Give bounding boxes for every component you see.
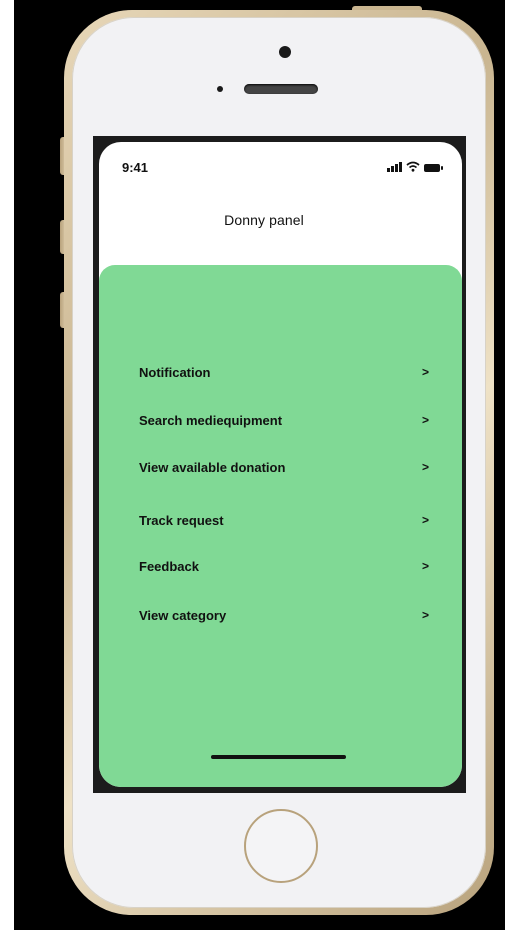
- signal-icon: [387, 162, 402, 172]
- home-indicator[interactable]: [211, 755, 346, 759]
- chevron-right-icon: >: [421, 608, 429, 622]
- menu-item-label: Track request: [139, 512, 224, 528]
- menu-item-label: View category: [139, 607, 227, 623]
- proximity-sensor: [217, 86, 223, 92]
- page-title: Donny panel: [224, 212, 304, 228]
- chevron-right-icon: >: [421, 513, 429, 527]
- status-time: 9:41: [122, 160, 149, 175]
- earpiece-speaker: [244, 84, 318, 94]
- home-button[interactable]: [244, 809, 318, 883]
- right-edge-strip: [505, 0, 515, 930]
- menu-item-label: Search mediequipment: [139, 412, 283, 428]
- menu-item-view-category[interactable]: View category >: [139, 604, 429, 626]
- menu-item-track-request[interactable]: Track request >: [139, 509, 429, 531]
- menu-item-label: Notification: [139, 364, 211, 380]
- menu-item-notification[interactable]: Notification >: [139, 361, 429, 383]
- menu-panel: Notification > Search mediequipment > Vi…: [99, 265, 462, 787]
- chevron-right-icon: >: [421, 559, 429, 573]
- left-edge-strip: [0, 0, 14, 930]
- wifi-icon: [406, 161, 420, 172]
- menu-item-view-available-donation[interactable]: View available donation >: [139, 456, 429, 478]
- menu-item-search-mediequipment[interactable]: Search mediequipment >: [139, 409, 429, 431]
- front-camera: [279, 46, 291, 58]
- status-icons: [387, 161, 443, 172]
- menu-item-feedback[interactable]: Feedback >: [139, 555, 429, 577]
- app-screen: 9:41 Donny panel Notification > Search m…: [99, 142, 462, 787]
- menu-item-label: Feedback: [139, 558, 199, 574]
- chevron-right-icon: >: [421, 460, 429, 474]
- chevron-right-icon: >: [421, 413, 429, 427]
- chevron-right-icon: >: [421, 365, 429, 379]
- battery-icon: [424, 164, 443, 172]
- menu-item-label: View available donation: [139, 459, 286, 475]
